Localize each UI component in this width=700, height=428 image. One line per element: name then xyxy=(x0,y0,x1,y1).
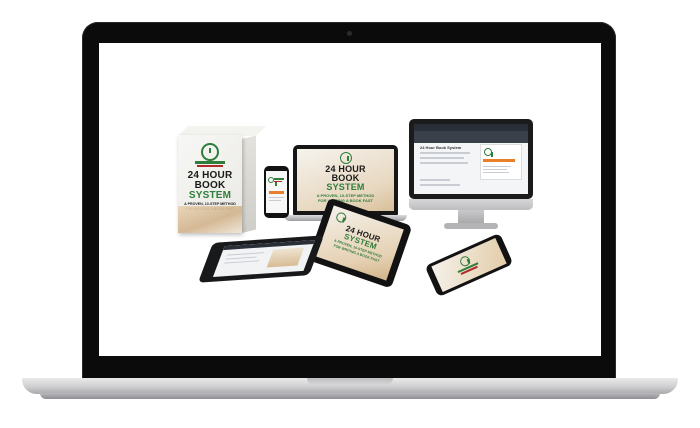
monitor-screen: 24 Hour Book System xyxy=(414,124,528,194)
box-wood-photo xyxy=(178,206,242,233)
laptop-opening-notch xyxy=(307,378,393,385)
camera-dot xyxy=(347,31,352,36)
clock-icon xyxy=(201,143,219,161)
product-box-side xyxy=(242,135,256,233)
box-title-3: SYSTEM xyxy=(188,190,232,201)
monitor-stand xyxy=(458,210,484,224)
monitor-chin xyxy=(409,199,533,210)
laptop-foot xyxy=(40,393,660,399)
book-icon xyxy=(195,161,225,164)
laptop-product-title-3: SYSTEM xyxy=(326,182,365,192)
mockup-laptop-screen: 24 HOUR BOOK SYSTEM A PROVEN, 10-STEP ME… xyxy=(297,149,394,211)
mockup-phone-screen xyxy=(266,171,287,213)
monitor-foot xyxy=(444,223,498,229)
monitor-page-header: 24 Hour Book System xyxy=(420,145,462,150)
clock-icon xyxy=(340,152,352,164)
